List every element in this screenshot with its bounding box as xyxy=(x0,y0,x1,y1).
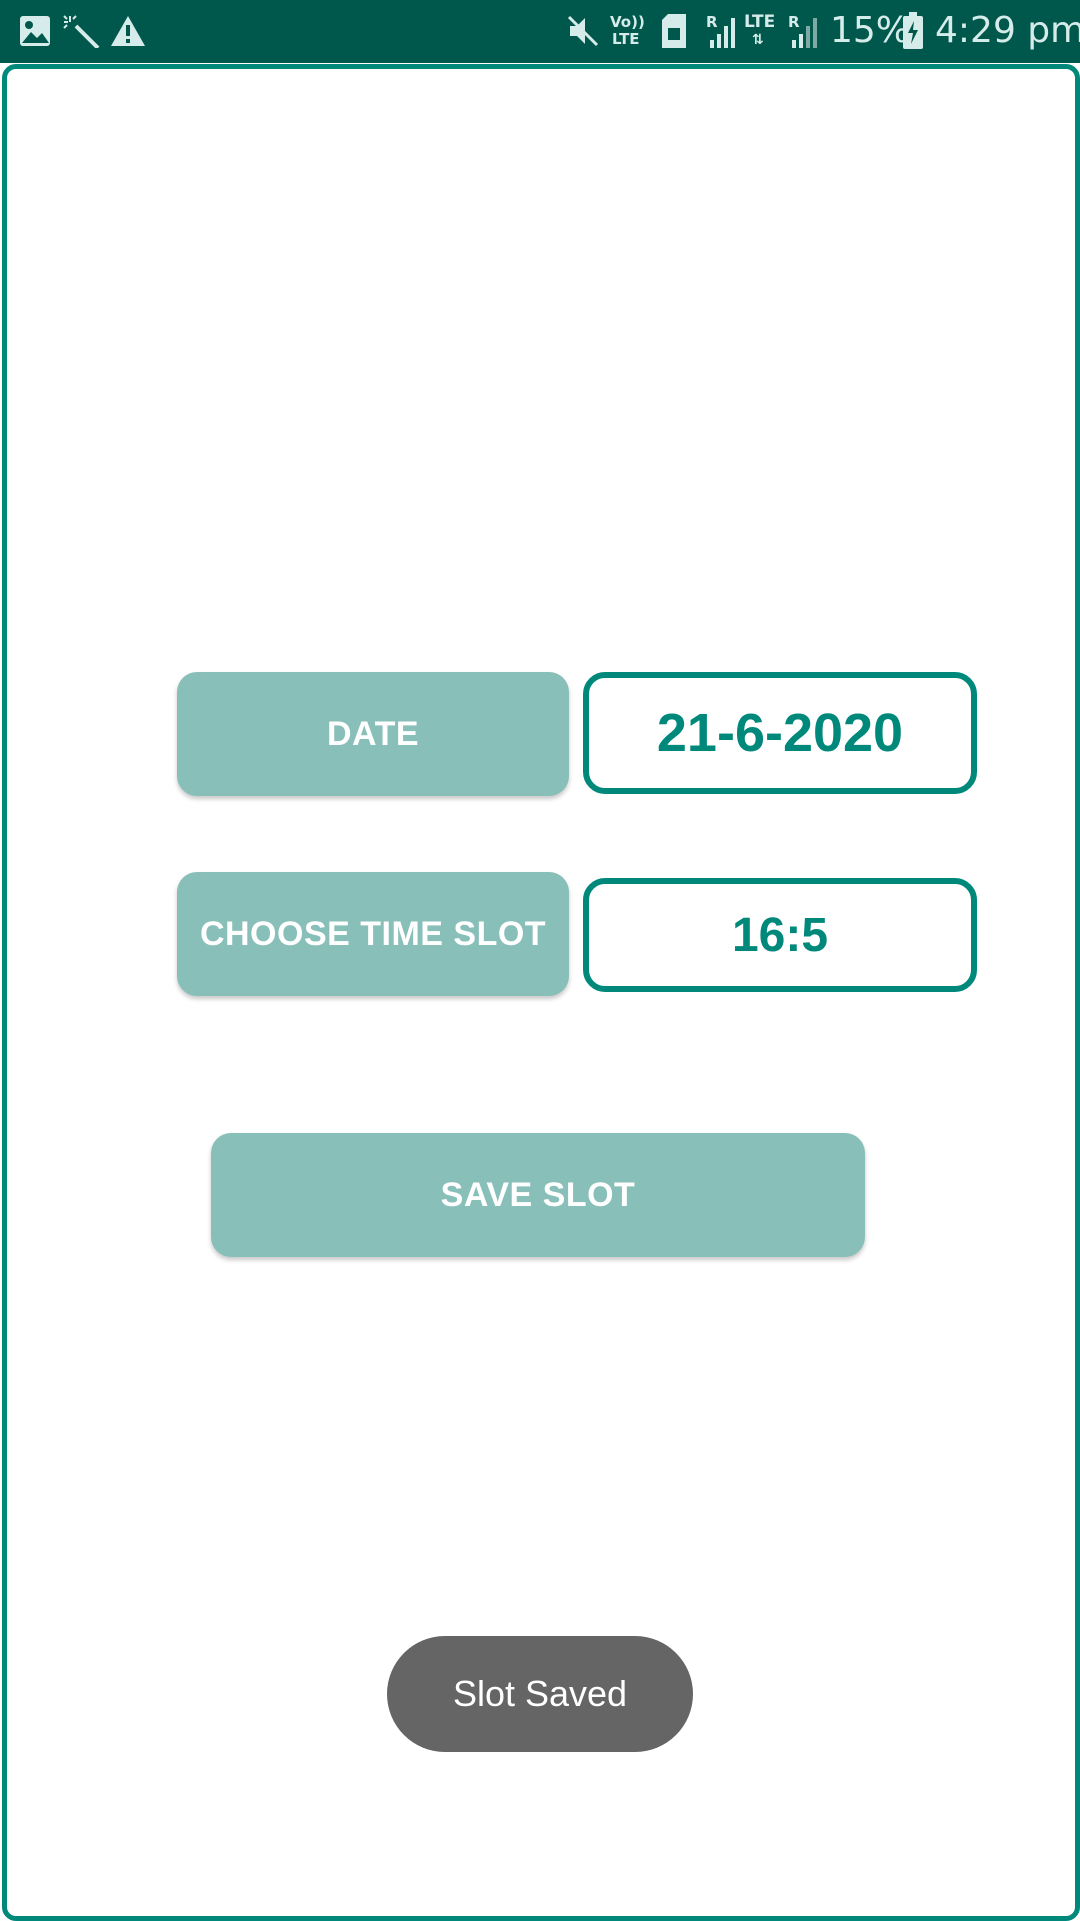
date-button[interactable]: DATE xyxy=(177,672,569,796)
status-bar: Vo)) LTE R LTE ⇅ R 15% 4:29 pm xyxy=(0,0,1080,63)
volte-top-label: Vo)) xyxy=(610,13,645,31)
battery-charging-icon xyxy=(903,12,923,49)
signal-roaming-icon-2 xyxy=(792,18,817,48)
time-value: 16:5 xyxy=(731,908,829,962)
data-arrows: ⇅ xyxy=(752,32,764,48)
signal-roaming-icon xyxy=(710,18,735,48)
mute-icon xyxy=(567,15,599,47)
save-slot-label: SAVE SLOT xyxy=(440,1175,636,1214)
battery-percent: 15% xyxy=(830,10,911,51)
choose-time-slot-button[interactable]: CHOOSE TIME SLOT xyxy=(177,872,569,996)
toast-message: Slot Saved xyxy=(387,1636,693,1752)
warning-icon xyxy=(111,16,145,46)
toast-text: Slot Saved xyxy=(452,1673,628,1714)
save-slot-button[interactable]: SAVE SLOT xyxy=(211,1133,865,1257)
date-value-field[interactable]: 21-6-2020 xyxy=(583,672,977,794)
image-icon xyxy=(20,16,50,46)
lte-label: LTE xyxy=(744,12,776,32)
choose-time-slot-label: CHOOSE TIME SLOT xyxy=(199,914,547,953)
volte-bottom-label: LTE xyxy=(612,30,640,48)
date-value: 21-6-2020 xyxy=(656,703,904,763)
sim-icon xyxy=(662,14,686,48)
date-button-label: DATE xyxy=(326,714,420,753)
clock-time: 4:29 pm xyxy=(935,10,1080,51)
time-value-field[interactable]: 16:5 xyxy=(583,878,977,992)
magic-wand-icon xyxy=(63,15,100,48)
